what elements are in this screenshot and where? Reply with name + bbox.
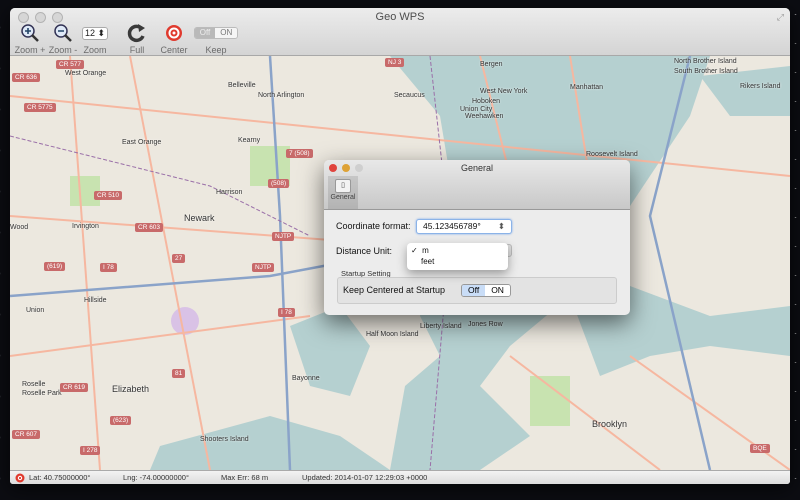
map-label: Hoboken [472,98,501,105]
checkmark-icon: ✓ [411,246,418,255]
keep-centered-on[interactable]: ON [215,28,238,38]
map-label: North Arlington [258,92,305,99]
map-label: Hillside [84,297,107,304]
fullscreen-icon[interactable]: ⤢ [777,12,784,23]
keep-centered-toggle[interactable]: Off ON [193,27,239,39]
tab-general-label: General [330,194,356,201]
road-shield: NJTP [272,232,295,241]
map-label: Jones Row [468,321,503,328]
map-label: Wood [10,224,29,231]
road-shield: CR 619 [60,383,89,392]
map-label: Union [26,307,45,314]
target-icon [160,23,188,43]
map-label: Elizabeth [112,384,150,394]
zoom-level-control: 12 ⬍ Zoom [80,23,110,55]
road-shield: CR 510 [94,191,123,200]
map-label: Union City [460,106,493,113]
zoom-in-button[interactable]: Zoom + [13,23,47,55]
distance-unit-label: Distance Unit: [336,246,393,256]
map-label: Shooters Island [200,436,249,443]
road-shield: 27 [172,254,186,263]
map-label: South Brother Island [674,68,738,75]
status-bar: Lat: 40.75000000° Lng: -74.00000000° Max… [10,470,790,484]
road-shield: I 78 [100,263,117,272]
switch-icon: ▯ [335,179,351,193]
road-shield: I 78 [278,308,295,317]
coordinate-format-label: Coordinate format: [336,221,411,231]
keep-centered-startup-label: Keep Centered at Startup [343,285,446,295]
map-label: Kearny [238,137,261,144]
distance-unit-menu: ✓ m feet [407,243,508,270]
road-shield: CR 607 [12,430,41,439]
zoom-out-label: Zoom - [48,45,78,55]
map-label: Weehawken [465,113,504,120]
startup-setting-group: Keep Centered at Startup Off ON [337,277,617,304]
road-shield: (623) [110,416,132,425]
road-shield: BQE [750,444,770,453]
road-shield: CR 577 [56,60,85,69]
preferences-dialog: General ▯ General Coordinate format: 45.1… [324,160,630,315]
zoom-in-icon [13,23,47,43]
startup-on-option[interactable]: ON [485,285,510,296]
coordinate-format-select[interactable]: 45.123456789° ⬍ [416,219,512,234]
menu-item-m[interactable]: ✓ m [411,246,429,255]
road-shield: CR 5775 [24,103,56,112]
center-button[interactable]: Center [160,23,188,55]
map-label: Brooklyn [592,419,628,429]
latitude-readout: Lat: 40.75000000° [29,473,91,482]
zoom-out-icon [46,23,80,43]
startup-off-option[interactable]: Off [462,285,486,296]
map-label: Bergen [480,61,503,68]
window-title: Geo WPS [375,11,425,23]
updated-timestamp: Updated: 2014-01-07 12:29:03 +0000 [302,473,428,482]
map-label: Half Moon Island [366,331,419,338]
map-label: Liberty Island [420,323,462,330]
road-shield: I 278 [80,446,101,455]
map-label: Harrison [216,189,243,196]
toolbar: Geo WPS ⤢ Zoom + Zoom - 12 ⬍ Zoom Full R… [10,8,790,65]
location-icon [15,473,25,483]
road-shield: 7 (508) [286,149,313,158]
map-label: Rikers Island [740,83,781,90]
keep-centered-off[interactable]: Off [194,28,216,38]
map-label: Irvington [72,223,99,230]
map-label: West New York [480,88,528,95]
map-label: Manhattan [570,84,604,91]
map-label: West Orange [65,70,107,77]
tab-general[interactable]: ▯ General [328,176,358,209]
map-label: Belleville [228,82,256,89]
map-label: East Orange [122,139,162,146]
center-label: Center [160,45,188,55]
zoom-in-label: Zoom + [14,45,46,55]
longitude-readout: Lng: -74.00000000° [123,473,189,482]
map-label: North Brother Island [674,58,737,65]
road-shield: 81 [172,369,186,378]
zoom-stepper[interactable]: 12 ⬍ [82,26,108,40]
road-shield: (508) [268,179,290,188]
road-shield: (619) [44,262,66,271]
max-error-readout: Max Err: 68 m [221,473,269,482]
map-label: Newark [184,213,215,223]
dialog-title: General [460,163,494,173]
road-shield: CR 603 [135,223,164,232]
map-label: Secaucus [394,92,425,99]
map-label: Bayonne [292,375,320,382]
zoom-out-button[interactable]: Zoom - [46,23,80,55]
road-shield: CR 636 [12,73,41,82]
keep-centered-startup-toggle[interactable]: Off ON [461,284,511,297]
map-label: Roselle [22,381,46,388]
dialog-toolbar: General ▯ General [324,160,630,210]
menu-item-feet[interactable]: feet [421,257,434,266]
refresh-icon [116,23,158,43]
zoom-label: Zoom [83,45,107,55]
road-shield: NJTP [252,263,275,272]
map-label: Roosevelt Island [586,151,638,158]
map-label: Roselle Park [22,390,62,397]
road-shield: NJ 3 [385,58,405,67]
